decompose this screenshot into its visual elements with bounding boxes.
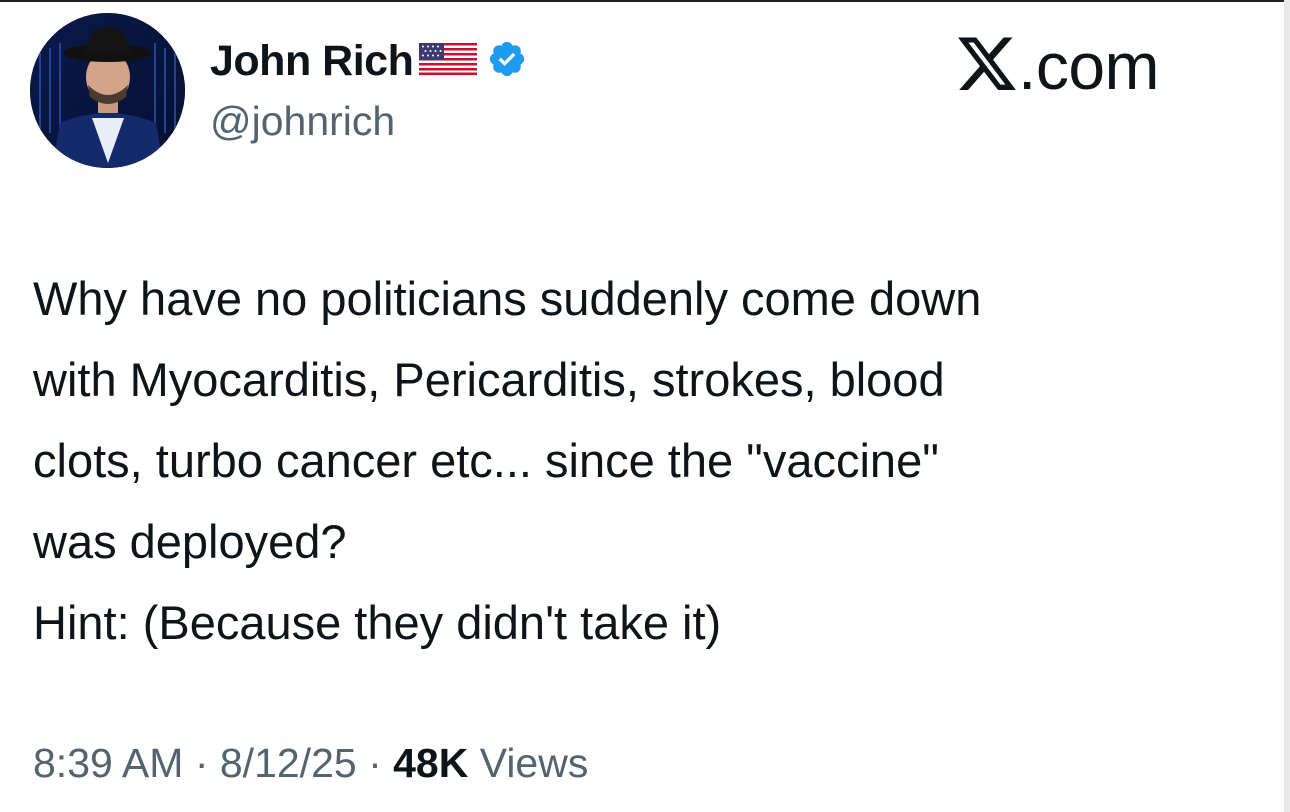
tweet-text: Why have no politicians suddenly come do… [33,258,1263,663]
right-border [1284,0,1290,812]
tweet-text-line: clots, turbo cancer etc... since the "va… [33,434,939,487]
tweet-text-line: Hint: (Because they didn't take it) [33,596,722,649]
author-handle[interactable]: @johnrich [210,98,395,145]
us-flag-icon [419,42,478,80]
x-logo-icon [958,31,1018,104]
meta-separator: · [356,740,394,786]
tweet-text-line: Why have no politicians suddenly come do… [33,272,982,325]
x-com-logo: .com [958,28,1160,104]
brand-domain: .com [1018,29,1160,103]
views-label: Views [468,740,589,786]
author-display-name[interactable]: John Rich [210,37,414,86]
tweet-time[interactable]: 8:39 AM [33,740,183,786]
author-name-row: John Rich [210,35,527,87]
profile-photo [30,13,185,168]
tweet-meta: 8:39 AM · 8/12/25 · 48K Views [33,740,588,787]
tweet-text-line: with Myocarditis, Pericarditis, strokes,… [33,353,945,406]
views-count[interactable]: 48K [393,740,468,786]
tweet-date[interactable]: 8/12/25 [220,740,357,786]
meta-separator: · [183,740,220,786]
tweet-card: John Rich @johnrich .com Why have no pol… [0,0,1284,812]
tweet-text-line: was deployed? [33,515,347,568]
verified-badge-icon[interactable] [487,39,527,84]
avatar[interactable] [30,13,185,168]
